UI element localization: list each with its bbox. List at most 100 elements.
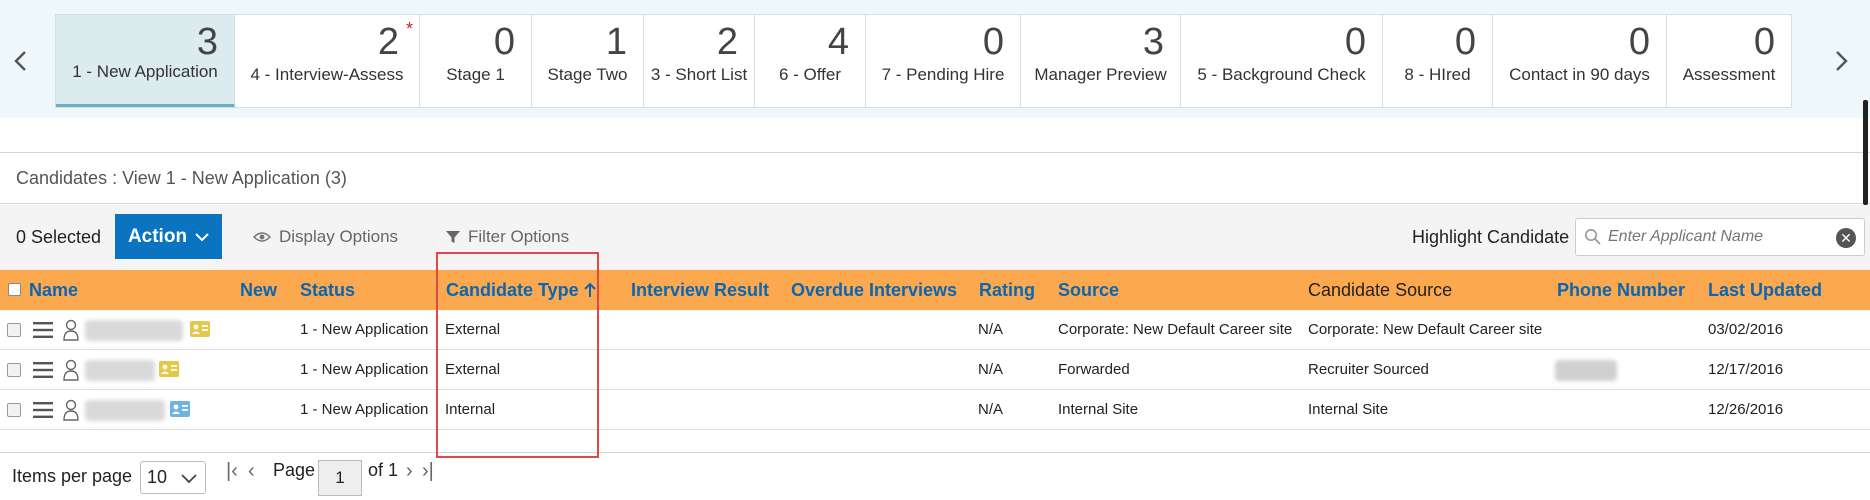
stage-manager-preview[interactable]: 3 Manager Preview (1021, 15, 1181, 107)
items-per-page-label: Items per page (12, 466, 133, 486)
pipeline-prev-button[interactable] (0, 14, 40, 108)
action-label: Action (127, 225, 188, 247)
rating-cell: N/A (978, 401, 1004, 418)
stage-background-check[interactable]: 0 5 - Background Check (1181, 15, 1383, 107)
stage-new-application[interactable]: 3 1 - New Application (56, 15, 235, 107)
column-name[interactable]: Name (29, 270, 78, 310)
items-per-page-value: 10 (147, 467, 168, 487)
table-row[interactable]: 1 - New Application Internal N/A Interna… (0, 390, 1870, 430)
internal-candidate-card-icon (170, 401, 190, 417)
stage-count: 3 (1142, 21, 1164, 63)
items-per-page-select[interactable]: 10 (140, 461, 206, 494)
stage-pending-hire[interactable]: 0 7 - Pending Hire (866, 15, 1021, 107)
stage-count: 1 (605, 21, 627, 63)
person-icon (63, 399, 79, 421)
stage-contact-90-days[interactable]: 0 Contact in 90 days (1493, 15, 1667, 107)
candidate-name-redacted[interactable] (85, 320, 183, 341)
last-updated-cell: 12/17/2016 (1708, 361, 1784, 378)
filter-icon (446, 231, 460, 243)
stage-label: 3 - Short List (650, 65, 748, 84)
rating-cell: N/A (978, 321, 1004, 338)
column-source[interactable]: Source (1058, 270, 1119, 310)
highlight-search: ✕ (1575, 218, 1865, 256)
stage-stage-1[interactable]: 0 Stage 1 (420, 15, 532, 107)
status-cell: 1 - New Application (300, 361, 429, 378)
stage-count: 4 (827, 21, 849, 63)
candidate-name-redacted[interactable] (85, 400, 165, 421)
search-icon (1585, 229, 1601, 245)
table-row[interactable]: 1 - New Application External N/A Forward… (0, 350, 1870, 390)
first-page-icon[interactable]: |‹ (226, 460, 238, 483)
next-page-icon[interactable]: › (406, 460, 413, 483)
page-total: of 1 (368, 460, 399, 480)
selected-count: 0 Selected (16, 227, 102, 247)
stage-label: 1 - New Application (72, 62, 218, 81)
row-checkbox[interactable] (7, 323, 21, 337)
column-new[interactable]: New (240, 270, 277, 310)
stage-count: 3 (196, 21, 218, 63)
filter-options-button[interactable]: Filter Options (446, 227, 569, 247)
action-button[interactable]: Action (115, 214, 222, 259)
stage-interview-assess[interactable]: * 2 4 - Interview-Assess (235, 15, 420, 107)
table-bottom-divider (0, 452, 1870, 453)
toolbar: 0 Selected Action Display Options Filter… (0, 205, 1870, 270)
table-row[interactable]: 1 - New Application External N/A Corpora… (0, 310, 1870, 350)
status-cell: 1 - New Application (300, 401, 429, 418)
rating-cell: N/A (978, 361, 1004, 378)
page-scrollbar[interactable] (1863, 100, 1868, 205)
hamburger-menu-icon[interactable] (33, 321, 53, 339)
stage-count: 0 (1454, 21, 1476, 63)
person-icon (63, 359, 79, 381)
column-overdue-interviews[interactable]: Overdue Interviews (791, 270, 957, 310)
column-interview-result[interactable]: Interview Result (631, 270, 769, 310)
column-phone-number[interactable]: Phone Number (1557, 270, 1685, 310)
pipeline-next-button[interactable] (1822, 14, 1862, 108)
stage-label: 4 - Interview-Assess (250, 65, 404, 84)
candidate-name-redacted[interactable] (85, 360, 155, 381)
page-number-input[interactable] (318, 460, 362, 496)
select-all-checkbox[interactable] (8, 283, 21, 296)
stage-label: Assessment (1682, 65, 1776, 84)
column-status[interactable]: Status (300, 270, 355, 310)
highlight-candidate-label: Highlight Candidate (1412, 227, 1570, 247)
clear-search-icon[interactable]: ✕ (1836, 228, 1856, 248)
external-candidate-card-icon (159, 361, 179, 377)
stage-assessment[interactable]: 0 Assessment (1667, 15, 1791, 107)
column-rating[interactable]: Rating (979, 270, 1035, 310)
stage-label: Manager Preview (1034, 65, 1167, 84)
display-options-label: Display Options (279, 227, 399, 246)
column-last-updated[interactable]: Last Updated (1708, 270, 1822, 310)
last-page-icon[interactable]: ›| (422, 460, 434, 483)
person-icon (63, 319, 79, 341)
filter-options-label: Filter Options (468, 227, 570, 246)
chevron-down-icon (181, 474, 197, 484)
row-checkbox[interactable] (7, 403, 21, 417)
applicant-name-input[interactable] (1606, 223, 1826, 251)
phone-number-redacted (1555, 360, 1617, 381)
chevron-left-icon (14, 51, 26, 71)
stage-count: 0 (1628, 21, 1650, 63)
stage-stage-two[interactable]: 1 Stage Two (532, 15, 644, 107)
stage-label: 6 - Offer (778, 65, 842, 84)
stage-hired[interactable]: 0 8 - HIred (1383, 15, 1493, 107)
chevron-right-icon (1836, 51, 1848, 71)
source-cell: Forwarded (1058, 361, 1130, 378)
page-label: Page (273, 460, 316, 480)
hamburger-menu-icon[interactable] (33, 361, 53, 379)
stage-count: 2 (716, 21, 738, 63)
hamburger-menu-icon[interactable] (33, 401, 53, 419)
display-options-button[interactable]: Display Options (253, 227, 398, 247)
row-checkbox[interactable] (7, 363, 21, 377)
stage-count: 0 (982, 21, 1004, 63)
stage-label: Stage Two (547, 65, 628, 84)
last-updated-cell: 03/02/2016 (1708, 321, 1784, 338)
stage-short-list[interactable]: 2 3 - Short List (644, 15, 755, 107)
pipeline-stages: 3 1 - New Application * 2 4 - Interview-… (55, 14, 1792, 108)
stage-count: 0 (493, 21, 515, 63)
stage-offer[interactable]: 4 6 - Offer (755, 15, 866, 107)
prev-page-icon[interactable]: ‹ (248, 460, 255, 483)
required-star-icon: * (405, 19, 413, 39)
candidate-source-cell: Internal Site (1308, 401, 1389, 418)
chevron-down-icon (195, 232, 209, 241)
stage-label: 8 - HIred (1404, 65, 1471, 84)
